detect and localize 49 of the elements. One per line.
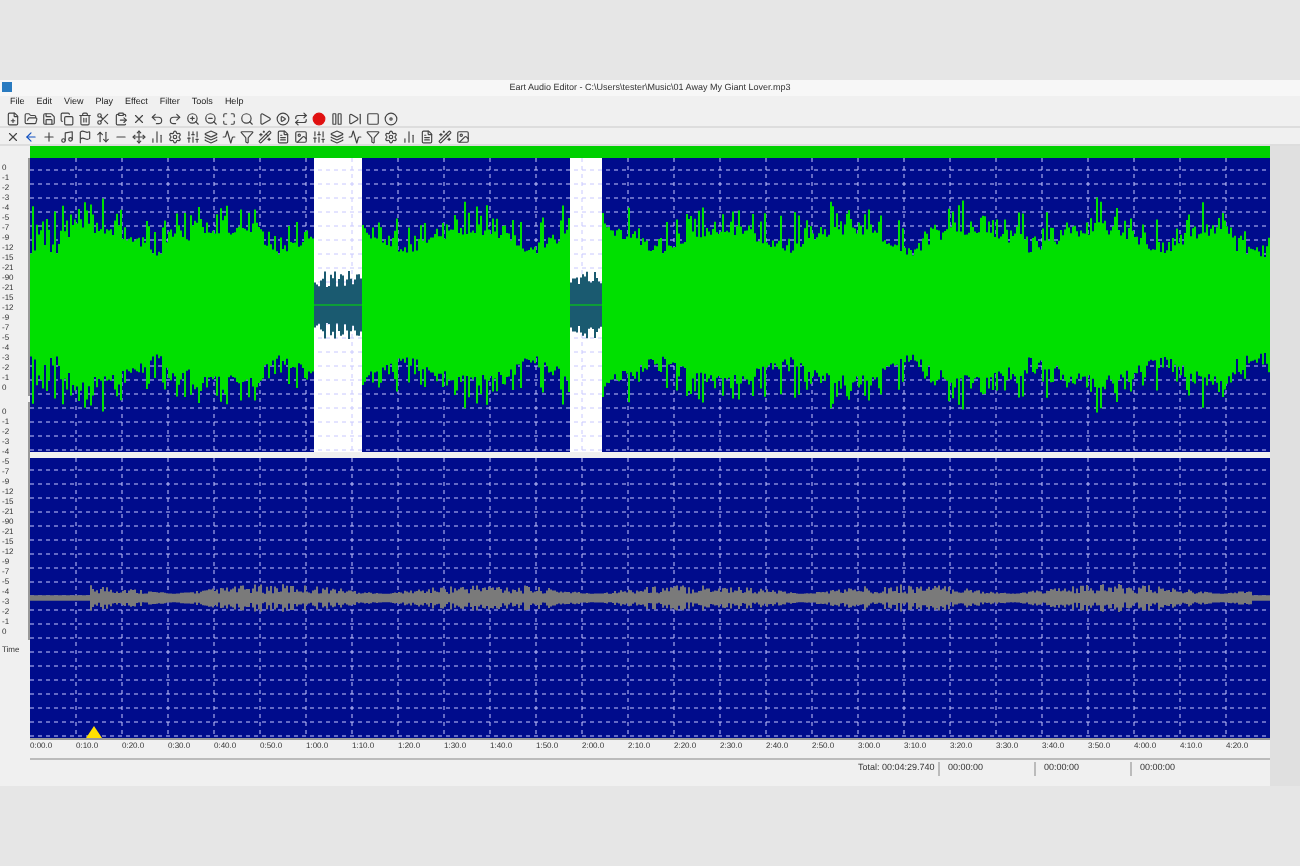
app-icon	[2, 82, 12, 92]
updown-arrow-icon[interactable]	[96, 129, 110, 143]
skip-forward-icon[interactable]	[348, 111, 362, 125]
folder-icon[interactable]	[24, 111, 38, 125]
close-icon[interactable]	[6, 129, 20, 143]
filter-icon[interactable]	[366, 129, 380, 143]
settings-icon[interactable]	[384, 129, 398, 143]
close-icon[interactable]	[132, 111, 146, 125]
layers-icon[interactable]	[330, 129, 344, 143]
image-icon[interactable]	[456, 129, 470, 143]
document-icon[interactable]	[276, 129, 290, 143]
bar-chart-icon[interactable]	[150, 129, 164, 143]
record-icon[interactable]	[312, 111, 326, 125]
zoom-out-icon[interactable]	[204, 111, 218, 125]
stop-icon[interactable]	[366, 111, 380, 125]
flag-icon[interactable]	[78, 129, 92, 143]
zoom-in-icon[interactable]	[186, 111, 200, 125]
fit-icon[interactable]	[222, 111, 236, 125]
waveform-channel[interactable]	[30, 158, 1270, 452]
play-circle-icon[interactable]	[276, 111, 290, 125]
save-icon[interactable]	[42, 111, 56, 125]
bar-chart-icon[interactable]	[402, 129, 416, 143]
trash-icon[interactable]	[78, 111, 92, 125]
copy-icon[interactable]	[60, 111, 74, 125]
image-icon[interactable]	[294, 129, 308, 143]
search-icon[interactable]	[240, 111, 254, 125]
filter-icon[interactable]	[240, 129, 254, 143]
disc-icon[interactable]	[384, 111, 398, 125]
wand-icon[interactable]	[438, 129, 452, 143]
wand-icon[interactable]	[258, 129, 272, 143]
document-icon[interactable]	[420, 129, 434, 143]
play-icon[interactable]	[258, 111, 272, 125]
sliders-icon[interactable]	[312, 129, 326, 143]
pause-icon[interactable]	[330, 111, 344, 125]
activity-icon[interactable]	[348, 129, 362, 143]
redo-icon[interactable]	[168, 111, 182, 125]
undo-icon[interactable]	[150, 111, 164, 125]
new-file-icon[interactable]	[6, 111, 20, 125]
loop-icon[interactable]	[294, 111, 308, 125]
scissors-icon[interactable]	[96, 111, 110, 125]
back-arrow-icon[interactable]	[24, 129, 38, 143]
layers-icon[interactable]	[204, 129, 218, 143]
settings-icon[interactable]	[168, 129, 182, 143]
paste-icon[interactable]	[114, 111, 128, 125]
sliders-icon[interactable]	[186, 129, 200, 143]
playhead-marker[interactable]	[86, 726, 102, 738]
music-icon[interactable]	[60, 129, 74, 143]
activity-icon[interactable]	[222, 129, 236, 143]
move-icon[interactable]	[132, 129, 146, 143]
